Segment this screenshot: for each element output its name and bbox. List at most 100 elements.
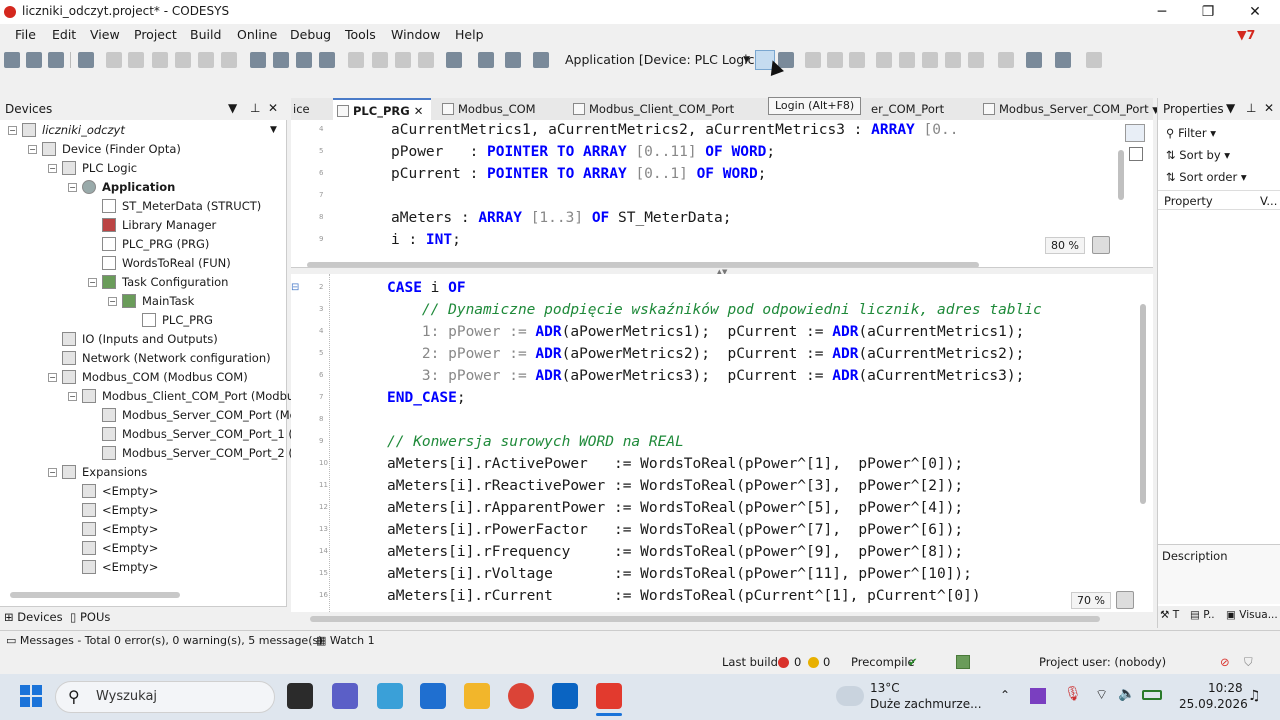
- code-line[interactable]: aMeters[i].rApparentPower := WordsToReal…: [387, 497, 963, 519]
- microphone-icon[interactable]: 🎙: [1064, 686, 1082, 702]
- tree-dropdown-icon[interactable]: ▼: [270, 125, 277, 135]
- save-project-icon[interactable]: [48, 52, 64, 68]
- clock-date[interactable]: 25.09.2026: [1179, 697, 1248, 711]
- tab-pous[interactable]: ▯ POUs: [70, 610, 110, 624]
- code-line[interactable]: aMeters[i].rVoltage := WordsToReal(pPowe…: [387, 563, 972, 585]
- code-line[interactable]: // Dynamiczne podpięcie wskaźników pod o…: [387, 299, 1042, 321]
- notification-bell-icon[interactable]: ▼7: [1237, 27, 1255, 42]
- menu-edit[interactable]: Edit: [52, 27, 76, 42]
- panel-menu-icon[interactable]: ▼: [1226, 101, 1235, 115]
- messages-tab[interactable]: ▭ Messages - Total 0 error(s), 0 warning…: [6, 634, 323, 647]
- collapse-toggle-icon[interactable]: −: [8, 126, 17, 135]
- tree-item[interactable]: Library Manager: [0, 216, 287, 234]
- collapse-toggle-icon[interactable]: −: [28, 145, 37, 154]
- codesys-taskbar-icon[interactable]: [596, 683, 622, 709]
- panel-menu-icon[interactable]: ▼: [228, 101, 237, 115]
- task-view-icon[interactable]: [287, 683, 313, 709]
- filter-dropdown[interactable]: ⚲ Filter ▾: [1166, 126, 1216, 140]
- tree-item[interactable]: − Expansions: [0, 463, 287, 481]
- tree-item[interactable]: − Modbus_COM (Modbus COM): [0, 368, 287, 386]
- device-status-icon[interactable]: [956, 655, 970, 669]
- build-icon[interactable]: [533, 52, 549, 68]
- code-line[interactable]: pPower : POINTER TO ARRAY [0..11] OF WOR…: [391, 141, 775, 163]
- disconnected-icon[interactable]: ⊘: [1220, 655, 1230, 669]
- bookmark-icon[interactable]: [296, 52, 312, 68]
- show-hidden-icons-chevron-icon[interactable]: ⌃: [1000, 688, 1010, 702]
- tree-item[interactable]: − Application: [0, 178, 287, 196]
- tree-item[interactable]: PLC_PRG: [0, 311, 287, 329]
- tree-item[interactable]: <Empty>: [0, 501, 287, 519]
- notifications-icon[interactable]: ♫: [1248, 688, 1261, 704]
- tree-horizontal-scrollbar[interactable]: [10, 592, 180, 598]
- battery-icon[interactable]: [1142, 690, 1162, 700]
- menu-view[interactable]: View: [90, 27, 120, 42]
- delete-icon[interactable]: [221, 52, 237, 68]
- microsoft-store-icon[interactable]: [420, 683, 446, 709]
- bookmark-list-icon[interactable]: [418, 52, 434, 68]
- collapse-toggle-icon[interactable]: −: [88, 278, 97, 287]
- print-icon[interactable]: [78, 52, 94, 68]
- declaration-listview-icon[interactable]: [1125, 124, 1145, 142]
- code-line[interactable]: 2: pPower := ADR(aPowerMetrics2); pCurre…: [387, 343, 1024, 365]
- step-out-icon[interactable]: [945, 52, 961, 68]
- declaration-editor[interactable]: 4 5 6 7 8 9 aCurrentMetrics1, aCurrentMetrics…: [291, 120, 1153, 268]
- step-over-icon[interactable]: [899, 52, 915, 68]
- replace-icon[interactable]: [273, 52, 289, 68]
- open-project-icon[interactable]: [26, 52, 42, 68]
- cut-icon[interactable]: [152, 52, 168, 68]
- maximize-button[interactable]: ❐: [1188, 2, 1228, 22]
- warning-count[interactable]: 0: [823, 655, 830, 669]
- tab-close-icon[interactable]: ✕: [414, 104, 424, 118]
- paste-icon[interactable]: [198, 52, 214, 68]
- add-object-icon[interactable]: [478, 52, 494, 68]
- stop-icon[interactable]: [827, 52, 843, 68]
- code-line[interactable]: 1: pPower := ADR(aPowerMetrics1); pCurre…: [387, 321, 1024, 343]
- watch-tab[interactable]: ▦ Watch 1: [316, 634, 375, 647]
- code-line[interactable]: aMeters[i].rPowerFactor := WordsToReal(p…: [387, 519, 963, 541]
- tree-item[interactable]: − liczniki_odczyt: [0, 121, 287, 139]
- tab-plc-prg[interactable]: PLC_PRG ✕: [333, 98, 431, 120]
- value-column[interactable]: V...: [1260, 194, 1277, 208]
- tree-item[interactable]: ST_MeterData (STRUCT): [0, 197, 287, 215]
- shield-icon[interactable]: ⛉: [1244, 655, 1253, 670]
- declaration-tabular-icon[interactable]: [1129, 147, 1143, 161]
- clock-time[interactable]: 10:28: [1208, 681, 1243, 695]
- bookmark-next-icon[interactable]: [319, 52, 335, 68]
- sort-order-dropdown[interactable]: ⇅ Sort order ▾: [1166, 170, 1247, 184]
- tree-item[interactable]: − Task Configuration: [0, 273, 287, 291]
- tree-item[interactable]: <Empty>: [0, 558, 287, 576]
- code-line[interactable]: pCurrent : POINTER TO ARRAY [0..1] OF WO…: [391, 163, 766, 185]
- code-line[interactable]: aMeters[i].rCurrent := WordsToReal(pCurr…: [387, 585, 981, 607]
- menu-window[interactable]: Window: [391, 27, 440, 42]
- redo-icon[interactable]: [128, 52, 144, 68]
- application-combo[interactable]: Application [Device: PLC Logic] ▼: [562, 50, 759, 70]
- menu-file[interactable]: File: [15, 27, 36, 42]
- wifi-icon[interactable]: ⌔: [1095, 686, 1108, 704]
- implementation-vertical-scrollbar[interactable]: [1140, 304, 1146, 504]
- teams-icon[interactable]: [332, 683, 358, 709]
- tree-item[interactable]: − PLC Logic: [0, 159, 287, 177]
- device-icon[interactable]: [446, 52, 462, 68]
- outlook-icon[interactable]: [552, 683, 578, 709]
- file-explorer-icon[interactable]: [464, 683, 490, 709]
- pin-icon[interactable]: ⊥: [250, 101, 260, 115]
- collapse-toggle-icon[interactable]: −: [48, 164, 57, 173]
- tab-toolbox[interactable]: ⚒ T: [1160, 609, 1179, 621]
- collapse-toggle-icon[interactable]: −: [68, 183, 77, 192]
- tree-item[interactable]: <Empty>: [0, 539, 287, 557]
- tree-item[interactable]: PLC_PRG (PRG): [0, 235, 287, 253]
- tree-item[interactable]: <Empty>: [0, 482, 287, 500]
- tab-modbus-com[interactable]: Modbus_COM: [438, 98, 558, 120]
- tree-item[interactable]: <Empty>: [0, 520, 287, 538]
- code-line[interactable]: i : INT;: [391, 229, 461, 251]
- chrome-icon[interactable]: [508, 683, 534, 709]
- tree-item[interactable]: Modbus_Server_COM_Port (Modb: [0, 406, 311, 424]
- bookmark-prev-icon[interactable]: [372, 52, 388, 68]
- tab-modbus-server-com-port[interactable]: Modbus_Server_COM_Port ▼: [979, 98, 1159, 120]
- declaration-horizontal-scrollbar[interactable]: [307, 262, 979, 267]
- code-line[interactable]: // Konwersja surowych WORD na REAL: [387, 431, 684, 453]
- declaration-vertical-scrollbar[interactable]: [1118, 150, 1124, 200]
- export-icon[interactable]: [505, 52, 521, 68]
- reset-icon[interactable]: [849, 52, 865, 68]
- breakpoint-icon[interactable]: [876, 52, 892, 68]
